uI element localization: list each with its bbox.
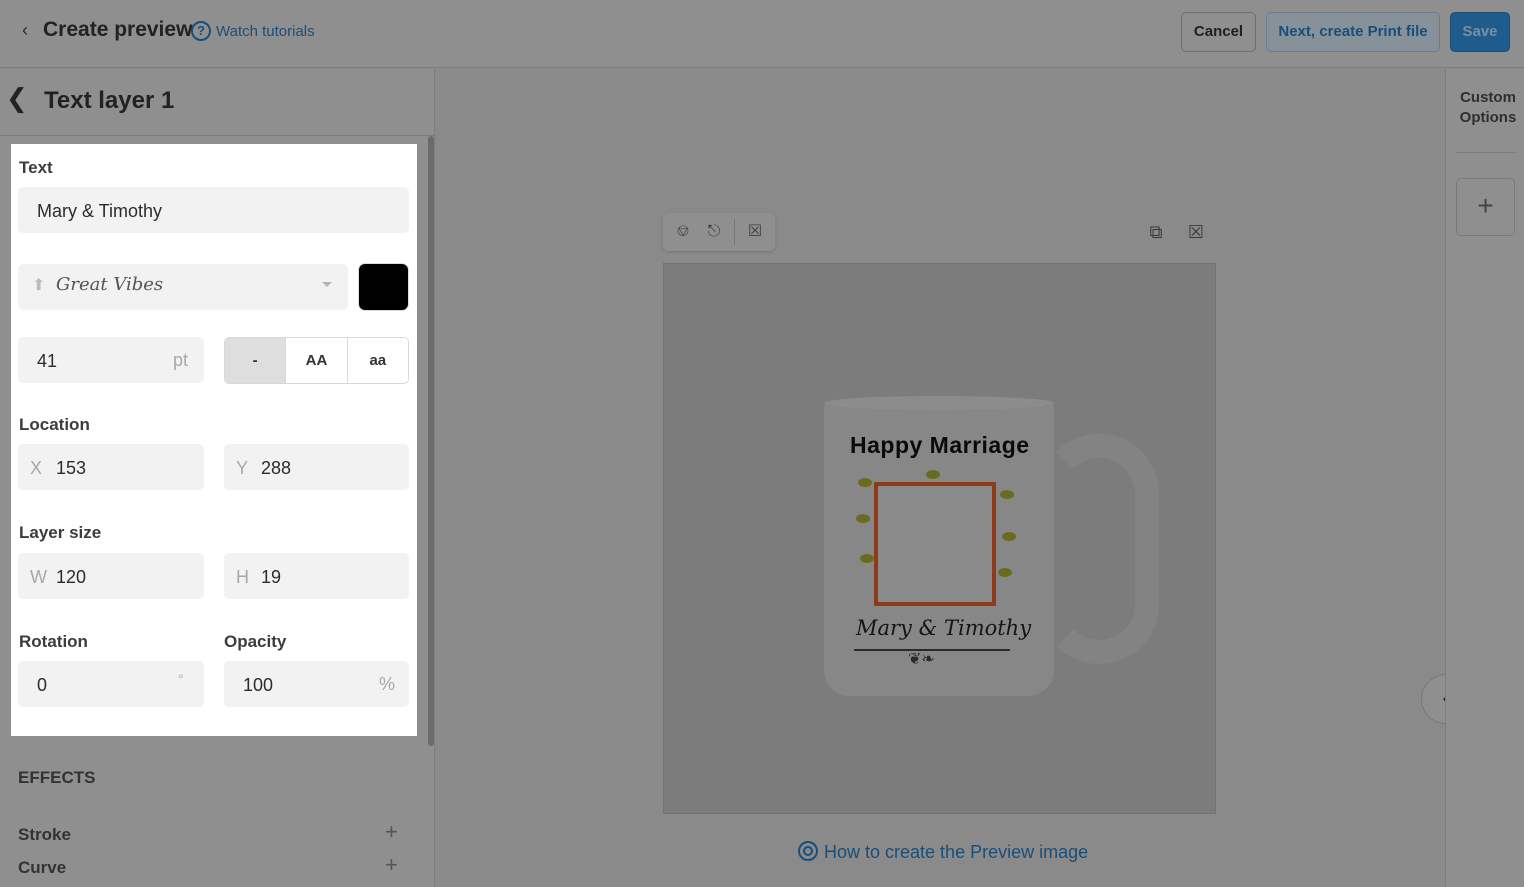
page-title: Create preview [43, 18, 193, 41]
leaf-decoration [998, 568, 1012, 577]
opacity-label: Opacity [224, 632, 287, 651]
leaf-decoration [856, 514, 870, 523]
layer-toolbar: ⎊ ⎋ ☒ [663, 213, 775, 251]
case-upper-button[interactable]: AA [285, 338, 347, 383]
chevron-down-icon [322, 282, 332, 287]
mug-handle [1039, 434, 1159, 664]
w-prefix: W [30, 567, 47, 587]
mug-names-text[interactable]: Mary & Timothy [856, 616, 1031, 640]
mug-rim [824, 396, 1054, 410]
opacity-input[interactable]: 100 % [224, 661, 409, 707]
toolbar-divider [734, 219, 735, 245]
rotation-value: 0 [37, 675, 48, 695]
layer-header: ❮ Text layer 1 [0, 69, 434, 136]
align-center-horizontal-icon[interactable]: ⎋ [703, 221, 725, 243]
x-input[interactable]: X 153 [18, 444, 204, 490]
layer-title: Text layer 1 [44, 87, 175, 114]
cancel-button[interactable]: Cancel [1181, 12, 1256, 52]
ornament-icon: ❦❧ [908, 651, 935, 668]
width-input[interactable]: W 120 [18, 553, 204, 599]
location-label: Location [19, 415, 90, 434]
lifebuoy-icon [798, 841, 818, 861]
leaf-decoration [1002, 532, 1016, 541]
add-stroke-icon[interactable]: + [385, 819, 398, 845]
align-center-vertical-icon[interactable]: ⎊ [672, 221, 694, 243]
effects-heading: EFFECTS [18, 768, 96, 787]
font-size-value: 41 [37, 351, 58, 371]
font-size-unit: pt [173, 350, 189, 370]
chevron-left-icon[interactable]: ❮ [6, 83, 28, 114]
leaf-decoration [926, 470, 940, 479]
rotation-label: Rotation [19, 632, 88, 651]
text-input-value: Mary & Timothy [37, 201, 163, 221]
font-size-input[interactable]: 41 pt [18, 337, 204, 383]
question-circle-icon[interactable]: ? [191, 21, 211, 41]
next-create-print-file-button[interactable]: Next, create Print file [1266, 12, 1440, 52]
add-option-button[interactable]: + [1456, 178, 1515, 236]
rail-divider [1456, 152, 1516, 153]
x-value: 153 [56, 458, 87, 478]
panel-scrollbar[interactable] [428, 136, 434, 746]
watch-tutorials-link[interactable]: Watch tutorials [216, 23, 315, 40]
font-color-swatch[interactable] [358, 263, 409, 311]
rotation-input[interactable]: 0 ° [18, 661, 204, 707]
h-prefix: H [236, 567, 249, 587]
photo-frame [874, 482, 996, 606]
preview-help-link[interactable]: How to create the Preview image [798, 841, 1088, 863]
upload-icon: ⬆ [32, 277, 46, 294]
opacity-unit: % [379, 674, 396, 694]
custom-options-label[interactable]: Custom Options [1458, 88, 1518, 128]
case-none-button[interactable]: - [225, 338, 286, 383]
chevron-left-icon[interactable]: ‹ [22, 20, 28, 41]
y-prefix: Y [236, 458, 249, 478]
save-button[interactable]: Save [1450, 12, 1510, 52]
leaf-decoration [1000, 490, 1014, 499]
delete-icon[interactable]: ☒ [1185, 221, 1207, 243]
delete-layer-icon[interactable]: ☒ [744, 221, 766, 243]
h-value: 19 [261, 567, 282, 587]
leaf-decoration [858, 478, 872, 487]
text-input[interactable]: Mary & Timothy [18, 187, 409, 233]
font-select[interactable]: ⬆ Great Vibes [18, 264, 348, 310]
effect-curve-label: Curve [18, 858, 67, 877]
layer-size-label: Layer size [19, 523, 102, 542]
mug-title-text: Happy Marriage [850, 432, 1030, 458]
add-curve-icon[interactable]: + [385, 852, 398, 878]
opacity-value: 100 [243, 675, 274, 695]
rotation-unit: ° [178, 671, 184, 687]
text-case-toggle: - AA aa [224, 337, 409, 384]
height-input[interactable]: H 19 [224, 553, 409, 599]
case-lower-button[interactable]: aa [346, 338, 408, 383]
x-prefix: X [30, 458, 43, 478]
right-rail: Custom Options + [1445, 69, 1524, 887]
font-name: Great Vibes [56, 274, 164, 295]
preview-help-link-label: How to create the Preview image [824, 842, 1089, 862]
y-value: 288 [261, 458, 292, 478]
w-value: 120 [56, 567, 87, 587]
preview-image[interactable]: Happy Marriage Mary & Timothy ❦❧ [663, 263, 1216, 814]
top-bar: ‹ Create preview ? Watch tutorials Cance… [0, 0, 1524, 68]
leaf-decoration [860, 554, 874, 563]
y-input[interactable]: Y 288 [224, 444, 409, 490]
effect-stroke-label: Stroke [18, 825, 71, 844]
text-label: Text [19, 158, 53, 177]
duplicate-icon[interactable]: ⧉ [1145, 221, 1167, 243]
